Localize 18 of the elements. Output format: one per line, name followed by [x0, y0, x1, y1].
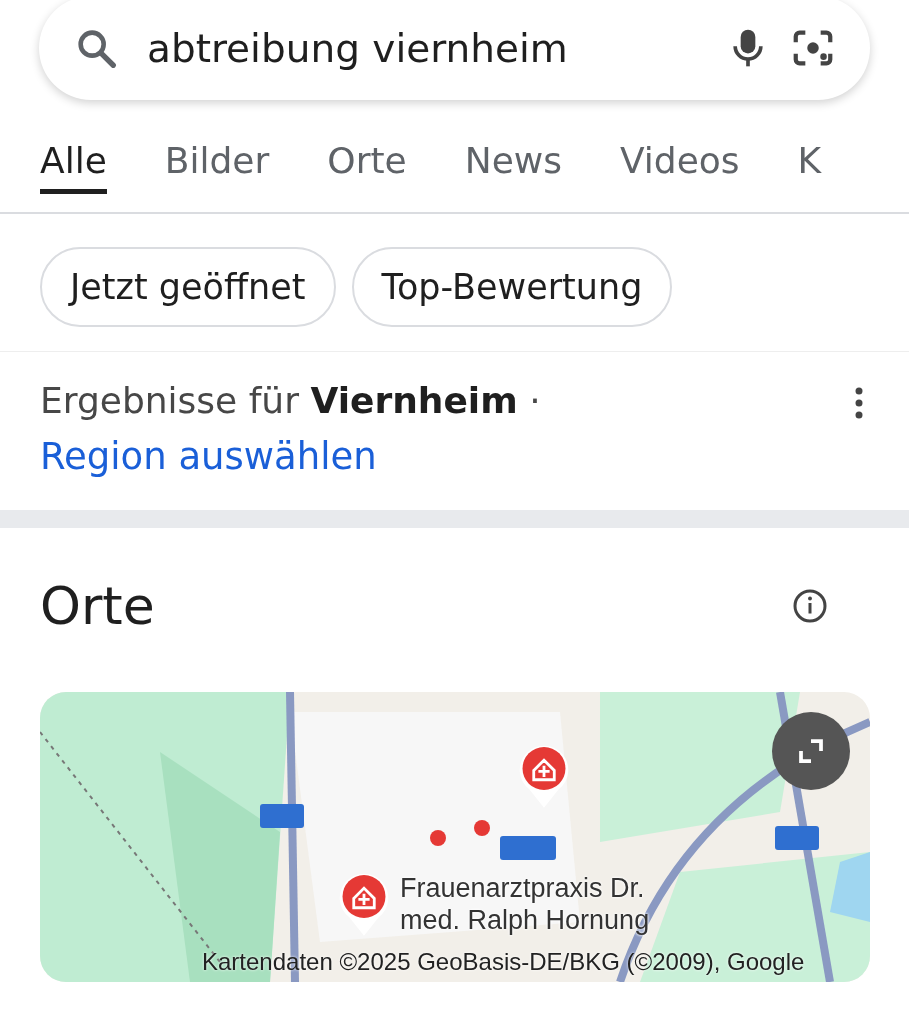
tab[interactable]: News	[464, 116, 562, 194]
filter-chip[interactable]: Jetzt geöffnet	[40, 247, 336, 327]
search-field[interactable]: abtreibung viernheim	[147, 25, 706, 71]
filter-chip[interactable]: Top-Bewertung	[351, 247, 673, 327]
tab[interactable]: Videos	[620, 116, 740, 194]
search-bar[interactable]: abtreibung viernheim	[39, 0, 870, 100]
section-title: Orte	[40, 576, 155, 636]
place-label: Frauenarztpraxis Dr. med. Ralph Hornung	[400, 872, 651, 937]
map-attribution: Kartendaten ©2025 GeoBasis-DE/BKG (©2009), Google	[202, 948, 805, 976]
tab[interactable]: Alle	[40, 116, 107, 194]
tab[interactable]: K	[797, 116, 822, 194]
expand-icon	[796, 736, 826, 766]
region-link[interactable]: Region auswählen	[40, 435, 541, 478]
tab[interactable]: Bilder	[164, 116, 270, 194]
info-icon[interactable]	[792, 588, 828, 624]
more-options-icon[interactable]	[854, 386, 864, 420]
tab[interactable]: Orte	[327, 116, 407, 194]
results-location-text: Ergebnisse für Viernheim ·	[40, 380, 541, 421]
